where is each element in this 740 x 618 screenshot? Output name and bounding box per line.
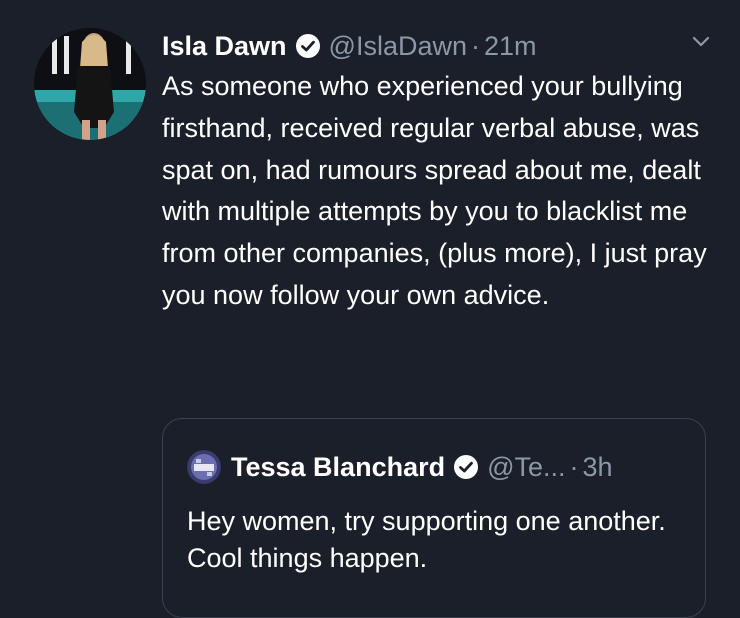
quoted-author-name: Tessa Blanchard [231, 451, 446, 482]
tweet[interactable]: Isla Dawn @IslaDawn · 21m As someone who… [0, 0, 740, 618]
tweet-timestamp[interactable]: 21m [484, 31, 537, 62]
author-avatar[interactable] [34, 28, 146, 140]
verified-badge-icon [295, 34, 320, 58]
author-handle[interactable]: @IslaDawn [329, 31, 467, 62]
quoted-tweet-text: Hey women, try supporting one another. C… [187, 506, 666, 573]
tweet-text: As someone who experienced your bullying… [162, 71, 707, 310]
author-name[interactable]: Isla Dawn [162, 31, 287, 62]
quoted-author-handle: @Te... [487, 451, 566, 482]
verified-badge-icon [454, 455, 479, 479]
quoted-tweet[interactable]: Tessa Blanchard @Te... · 3h Hey women, t… [162, 418, 706, 618]
quoted-tweet-header: Tessa Blanchard @Te... · 3h [187, 447, 613, 487]
quoted-tweet-timestamp: 3h [582, 451, 613, 482]
chevron-down-icon[interactable] [690, 30, 712, 52]
separator-dot: · [569, 451, 579, 482]
tweet-header: Isla Dawn @IslaDawn · 21m [162, 26, 537, 66]
quoted-author-avatar [187, 450, 221, 484]
separator-dot: · [471, 30, 481, 61]
